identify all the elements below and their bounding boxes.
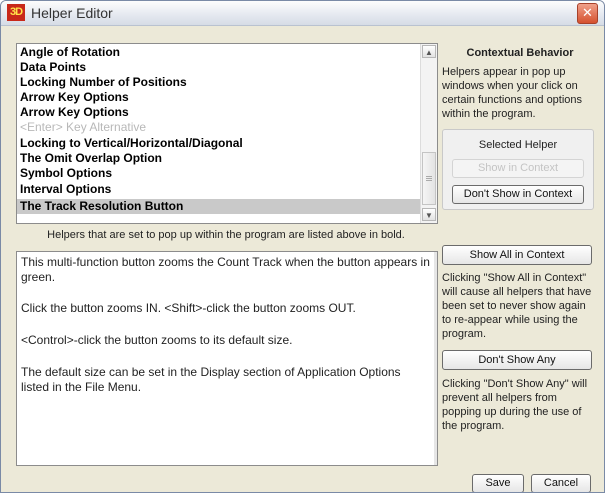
list-item[interactable]: Locking to Vertical/Horizontal/Diagonal: [20, 136, 420, 151]
helper-editor-window: 3D Helper Editor ✕ Angle of Rotation Dat…: [0, 0, 605, 493]
description-scrollbar: [434, 252, 437, 465]
selected-helper-panel: Selected Helper Show in Context Don't Sh…: [442, 129, 594, 210]
selected-helper-label: Selected Helper: [478, 139, 558, 151]
app-logo: 3D: [7, 4, 25, 21]
list-item[interactable]: Data Points: [20, 60, 420, 75]
cancel-button[interactable]: Cancel: [531, 474, 591, 492]
save-button[interactable]: Save: [472, 474, 524, 492]
list-caption: Helpers that are set to pop up within th…: [47, 229, 405, 241]
list-item[interactable]: The Omit Overlap Option: [20, 151, 420, 166]
list-item[interactable]: Interval Options: [20, 182, 420, 197]
show-all-in-context-button[interactable]: Show All in Context: [442, 245, 592, 265]
list-item[interactable]: <Enter> Key Alternative: [20, 120, 420, 135]
contextual-behavior-title: Contextual Behavior: [466, 47, 574, 59]
contextual-behavior-text: Helpers appear in pop up windows when yo…: [442, 66, 583, 120]
scroll-thumb[interactable]: [422, 152, 436, 205]
list-item[interactable]: Arrow Key Options: [20, 90, 420, 105]
description-paragraph: <Control>-click the button zooms to its …: [21, 333, 293, 347]
dont-show-any-explanation: Clicking "Don't Show Any" will prevent a…: [442, 378, 588, 432]
list-scrollbar[interactable]: ▲ ▼: [420, 44, 437, 223]
dont-show-any-button[interactable]: Don't Show Any: [442, 350, 592, 370]
helper-list[interactable]: Angle of Rotation Data Points Locking Nu…: [16, 43, 438, 224]
list-item-selected[interactable]: The Track Resolution Button: [17, 199, 422, 214]
list-item[interactable]: Locking Number of Positions: [20, 75, 420, 90]
description-paragraph: The default size can be set in the Displ…: [21, 365, 401, 394]
list-item[interactable]: Arrow Key Options: [20, 105, 420, 120]
helper-description[interactable]: This multi-function button zooms the Cou…: [16, 251, 438, 466]
description-paragraph: Click the button zooms IN. <Shift>-click…: [21, 301, 356, 315]
list-item[interactable]: Symbol Options: [20, 166, 420, 181]
scroll-up-icon[interactable]: ▲: [422, 45, 436, 58]
list-item[interactable]: Angle of Rotation: [20, 45, 420, 60]
window-title: Helper Editor: [31, 5, 113, 21]
close-icon[interactable]: ✕: [577, 3, 598, 24]
title-bar[interactable]: 3D Helper Editor ✕: [1, 1, 604, 26]
dont-show-in-context-button[interactable]: Don't Show in Context: [452, 185, 584, 204]
scroll-down-icon[interactable]: ▼: [422, 208, 436, 221]
show-all-explanation: Clicking "Show All in Context" will caus…: [442, 272, 592, 340]
show-in-context-button: Show in Context: [452, 159, 584, 178]
description-paragraph: This multi-function button zooms the Cou…: [21, 255, 430, 284]
